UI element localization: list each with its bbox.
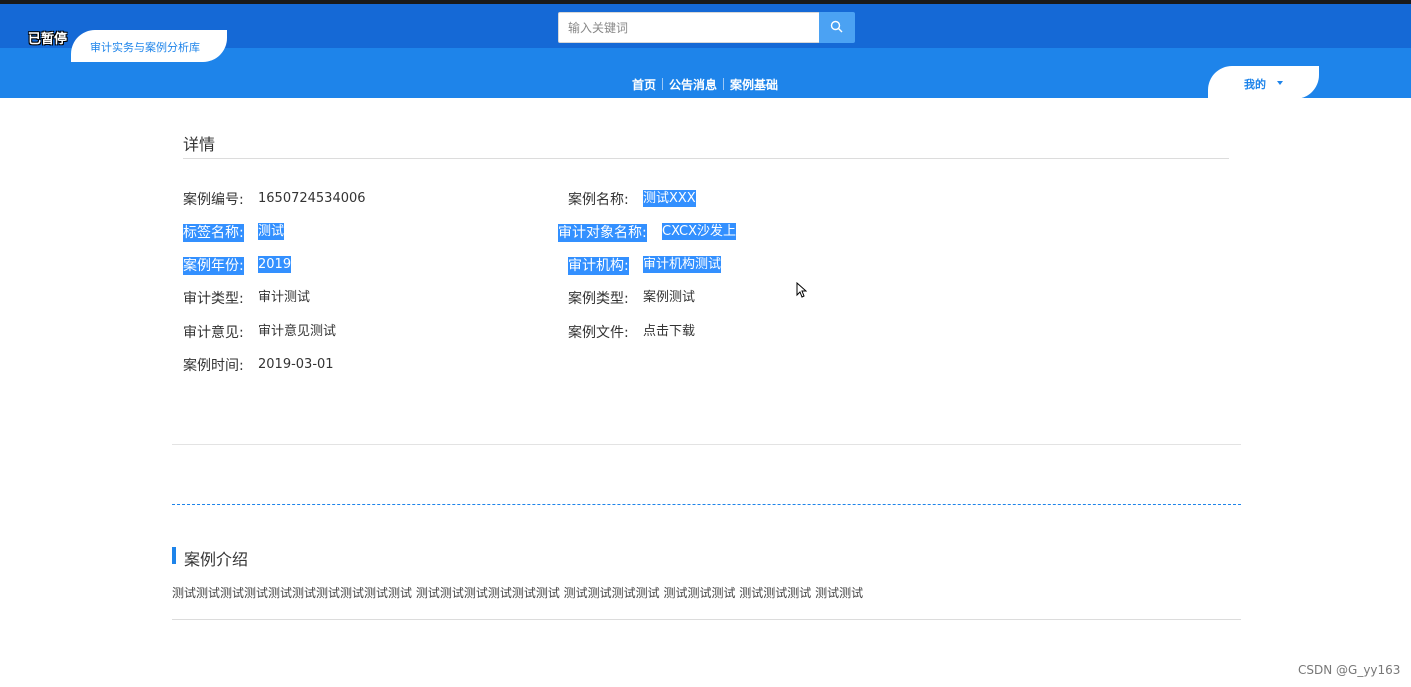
nav-item-home[interactable]: 首页 bbox=[632, 78, 656, 92]
case-no-value: 1650724534006 bbox=[258, 191, 366, 206]
tag-name-label: 标签名称: bbox=[183, 224, 244, 242]
audit-type-value: 审计测试 bbox=[258, 290, 311, 305]
detail-bottom-divider bbox=[172, 444, 1241, 445]
case-no-label: 案例编号: bbox=[183, 192, 244, 208]
case-time-value: 2019-03-01 bbox=[258, 357, 334, 372]
case-time-label: 案例时间: bbox=[183, 358, 244, 374]
case-year-label: 案例年份: bbox=[183, 257, 244, 275]
case-type-value: 案例测试 bbox=[643, 290, 696, 305]
brand-tab[interactable]: 审计实务与案例分析库 bbox=[71, 30, 227, 62]
mouse-pointer-icon bbox=[796, 282, 807, 298]
audit-opinion-value: 审计意见测试 bbox=[258, 324, 337, 339]
user-menu-label: 我的 bbox=[1244, 78, 1266, 91]
audit-org-value: 审计机构测试 bbox=[643, 256, 722, 273]
detail-title-divider bbox=[183, 158, 1229, 159]
case-file-label: 案例文件: bbox=[568, 325, 629, 341]
case-year-value: 2019 bbox=[258, 256, 292, 273]
brand-title: 审计实务与案例分析库 bbox=[90, 41, 200, 54]
main-nav: 首页 公告消息 案例基础 bbox=[632, 76, 778, 93]
nav-item-announcements[interactable]: 公告消息 bbox=[669, 78, 717, 92]
audit-org-label: 审计机构: bbox=[568, 257, 629, 275]
intro-accent-bar bbox=[172, 547, 176, 564]
nav-divider bbox=[723, 78, 725, 90]
audit-target-value: CXCX沙发上 bbox=[662, 223, 737, 240]
paused-overlay-label: 已暂停 bbox=[28, 32, 68, 47]
nav-divider bbox=[662, 78, 664, 90]
watermark: CSDN @G_yy163 bbox=[1298, 663, 1401, 677]
dashed-separator bbox=[172, 504, 1241, 505]
search-button[interactable] bbox=[819, 12, 855, 43]
intro-bottom-divider bbox=[172, 619, 1241, 620]
nav-item-case-basics[interactable]: 案例基础 bbox=[730, 78, 778, 92]
search-input[interactable] bbox=[558, 12, 820, 43]
case-name-label: 案例名称: bbox=[568, 192, 629, 208]
tag-name-value: 测试 bbox=[258, 223, 285, 240]
case-type-label: 案例类型: bbox=[568, 291, 629, 307]
intro-section-title: 案例介绍 bbox=[184, 550, 249, 569]
intro-text: 测试测试测试测试测试测试测试测试测试测试 测试测试测试测试测试测试 测试测试测试… bbox=[172, 586, 864, 600]
user-menu-button[interactable]: 我的 bbox=[1208, 66, 1319, 99]
audit-target-label: 审计对象名称: bbox=[558, 224, 647, 242]
case-name-value: 测试XXX bbox=[643, 190, 696, 207]
audit-opinion-label: 审计意见: bbox=[183, 325, 244, 341]
audit-type-label: 审计类型: bbox=[183, 291, 244, 307]
case-file-download-link[interactable]: 点击下载 bbox=[643, 323, 695, 340]
search-icon bbox=[830, 20, 843, 33]
detail-section-title: 详情 bbox=[183, 135, 216, 154]
caret-down-icon bbox=[1277, 81, 1283, 85]
